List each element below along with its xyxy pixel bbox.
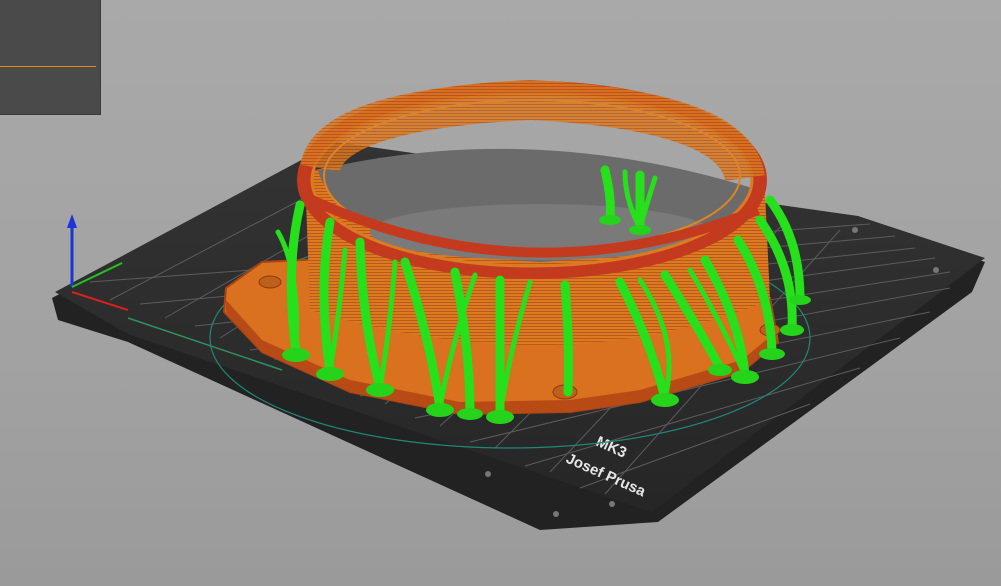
scene-canvas[interactable]: MK3 Josef Prusa xyxy=(0,0,1001,586)
z-axis-arrow-icon xyxy=(67,214,77,228)
3d-viewport[interactable]: MK3 Josef Prusa xyxy=(0,0,1001,586)
